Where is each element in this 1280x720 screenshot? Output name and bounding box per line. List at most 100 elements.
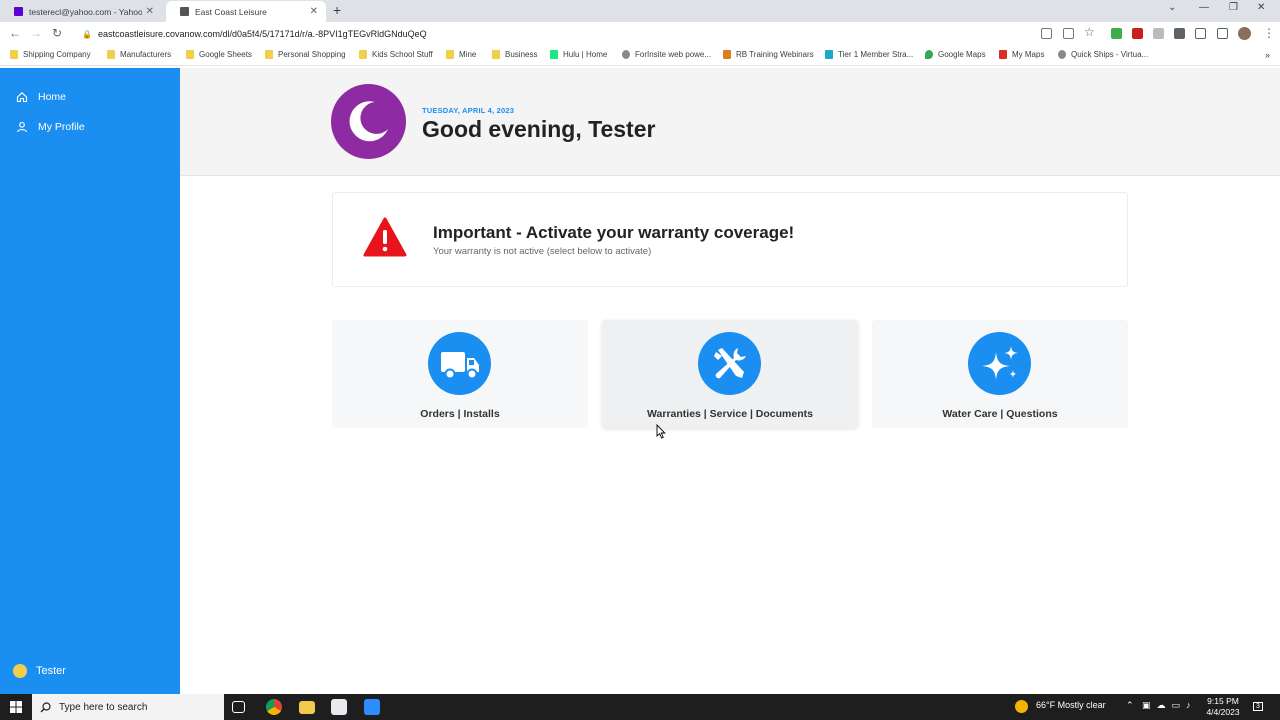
task-view-icon[interactable] <box>232 701 245 713</box>
tab-yahoo-mail[interactable]: testerecl@yahoo.com - Yahoo Mail ✕ <box>0 1 162 22</box>
extension-green-icon[interactable] <box>1111 28 1122 39</box>
tab-search-icon[interactable]: ⌄ <box>1168 2 1176 13</box>
reload-icon[interactable]: ↻ <box>52 26 62 40</box>
notification-center-icon[interactable]: 3 <box>1253 702 1263 711</box>
avatar <box>13 664 27 678</box>
taskbar-search-input[interactable]: Type here to search <box>32 694 224 720</box>
sidebar-item-label: Home <box>38 91 67 103</box>
bookmark-item[interactable]: Kids School Stuff <box>359 50 433 59</box>
water-care-questions-card[interactable]: Water Care | Questions <box>872 320 1128 428</box>
main-content: TUESDAY, APRIL 4, 2023 Good evening, Tes… <box>180 68 1280 694</box>
folder-icon <box>10 50 18 59</box>
extensions-puzzle-icon[interactable] <box>1174 28 1185 39</box>
install-icon[interactable] <box>1041 28 1052 39</box>
app-icon[interactable] <box>331 699 347 715</box>
side-panel-icon[interactable] <box>1217 28 1228 39</box>
weather-icon <box>1015 700 1028 713</box>
weather-text[interactable]: 66°F Mostly clear <box>1036 700 1106 710</box>
browser-tab-strip: testerecl@yahoo.com - Yahoo Mail ✕ East … <box>0 0 1280 22</box>
card-label: Orders | Installs <box>420 408 500 420</box>
folder-icon <box>492 50 500 59</box>
tray-icons[interactable]: ▣☁▭♪ <box>1142 700 1197 711</box>
clock-time: 9:15 PM <box>1207 696 1239 706</box>
bookmark-item[interactable]: Quick Ships - Virtua... <box>1058 50 1148 59</box>
folder-icon <box>359 50 367 59</box>
forward-icon[interactable]: → <box>30 26 42 40</box>
tab-title: East Coast Leisure <box>195 6 267 17</box>
taskbar-clock[interactable]: 9:15 PM 4/4/2023 <box>1200 696 1246 718</box>
globe-icon <box>1058 50 1066 59</box>
folder-icon <box>446 50 454 59</box>
mouse-cursor-icon <box>656 424 666 439</box>
folder-icon <box>265 50 273 59</box>
orders-installs-card[interactable]: Orders | Installs <box>332 320 588 428</box>
bookmark-item[interactable]: Personal Shopping <box>265 50 346 59</box>
home-icon <box>16 92 28 103</box>
folder-icon <box>107 50 115 59</box>
zoom-icon[interactable] <box>364 699 380 715</box>
bookmark-item[interactable]: Google Sheets <box>186 50 252 59</box>
hulu-icon <box>550 50 558 59</box>
clock-date: 4/4/2023 <box>1206 707 1240 717</box>
new-tab-icon[interactable]: + <box>333 2 341 18</box>
file-explorer-icon[interactable] <box>299 701 315 714</box>
bookmark-item[interactable]: ForInsite web powe... <box>622 50 711 59</box>
bookmark-item[interactable]: Shipping Company <box>10 50 91 59</box>
card-label: Warranties | Service | Documents <box>647 408 813 420</box>
warranties-service-documents-card[interactable]: Warranties | Service | Documents <box>602 320 858 428</box>
bookmarks-bar: Shipping Company Manufacturers Google Sh… <box>0 46 1280 66</box>
greeting-header: TUESDAY, APRIL 4, 2023 Good evening, Tes… <box>180 68 1280 176</box>
address-bar[interactable]: 🔒 eastcoastleisure.covanow.com/dl/d0a5f4… <box>74 24 1034 44</box>
close-window-icon[interactable]: ✕ <box>1257 2 1265 13</box>
tab-title: testerecl@yahoo.com - Yahoo Mail <box>29 6 142 17</box>
windows-start-icon[interactable] <box>10 701 22 713</box>
bookmark-item[interactable]: Business <box>492 50 537 59</box>
warning-icon <box>363 217 407 257</box>
back-icon[interactable]: ← <box>9 26 21 40</box>
truck-icon <box>428 332 491 395</box>
profile-avatar-icon[interactable] <box>1238 27 1251 40</box>
extension-gray-icon[interactable] <box>1153 28 1164 39</box>
bookmark-item[interactable]: RB Training Webinars <box>723 50 814 59</box>
rb-icon <box>723 50 731 59</box>
restore-icon[interactable]: ❐ <box>1229 2 1238 13</box>
share-icon[interactable] <box>1063 28 1074 39</box>
close-tab-icon[interactable]: ✕ <box>310 6 318 17</box>
site-favicon-icon <box>180 7 189 16</box>
menu-kebab-icon[interactable]: ⋮ <box>1263 26 1275 40</box>
bookmark-item[interactable]: My Maps <box>999 50 1044 59</box>
bookmark-item[interactable]: Hulu | Home <box>550 50 607 59</box>
search-icon <box>40 701 51 712</box>
user-menu[interactable]: Tester <box>13 664 66 678</box>
sidebar-item-my-profile[interactable]: My Profile <box>16 121 85 133</box>
chrome-icon[interactable] <box>266 699 282 715</box>
google-maps-icon <box>925 50 933 59</box>
bookmark-item[interactable]: Manufacturers <box>107 50 171 59</box>
extension-pdf-icon[interactable] <box>1132 28 1143 39</box>
yahoo-mail-icon <box>14 7 23 16</box>
close-tab-icon[interactable]: ✕ <box>146 6 154 17</box>
tools-icon <box>698 332 761 395</box>
minimize-icon[interactable]: — <box>1199 2 1209 13</box>
bookmark-star-icon[interactable]: ☆ <box>1084 25 1095 39</box>
bookmark-item[interactable]: Mine <box>446 50 476 59</box>
sidebar-item-label: My Profile <box>38 121 85 133</box>
reading-list-icon[interactable] <box>1195 28 1206 39</box>
warranty-alert[interactable]: Important - Activate your warranty cover… <box>332 192 1128 287</box>
bookmark-item[interactable]: Google Maps <box>925 50 986 59</box>
user-icon <box>16 121 28 133</box>
sidebar-item-home[interactable]: Home <box>16 91 66 103</box>
my-maps-icon <box>999 50 1007 59</box>
user-name: Tester <box>36 665 66 677</box>
tab-east-coast-leisure[interactable]: East Coast Leisure ✕ <box>166 1 326 22</box>
lock-icon: 🔒 <box>82 29 92 39</box>
tray-overflow-icon[interactable]: ⌃ <box>1126 700 1134 711</box>
url-text: eastcoastleisure.covanow.com/dl/d0a5f4/5… <box>97 29 427 39</box>
bookmarks-overflow-icon[interactable]: » <box>1265 50 1270 60</box>
bookmark-item[interactable]: Tier 1 Member Stra... <box>825 50 913 59</box>
card-label: Water Care | Questions <box>942 408 1058 420</box>
alert-title: Important - Activate your warranty cover… <box>433 223 795 242</box>
sidebar: Home My Profile Tester <box>0 68 180 694</box>
alert-subtitle: Your warranty is not active (select belo… <box>433 246 652 257</box>
search-placeholder: Type here to search <box>59 701 148 713</box>
